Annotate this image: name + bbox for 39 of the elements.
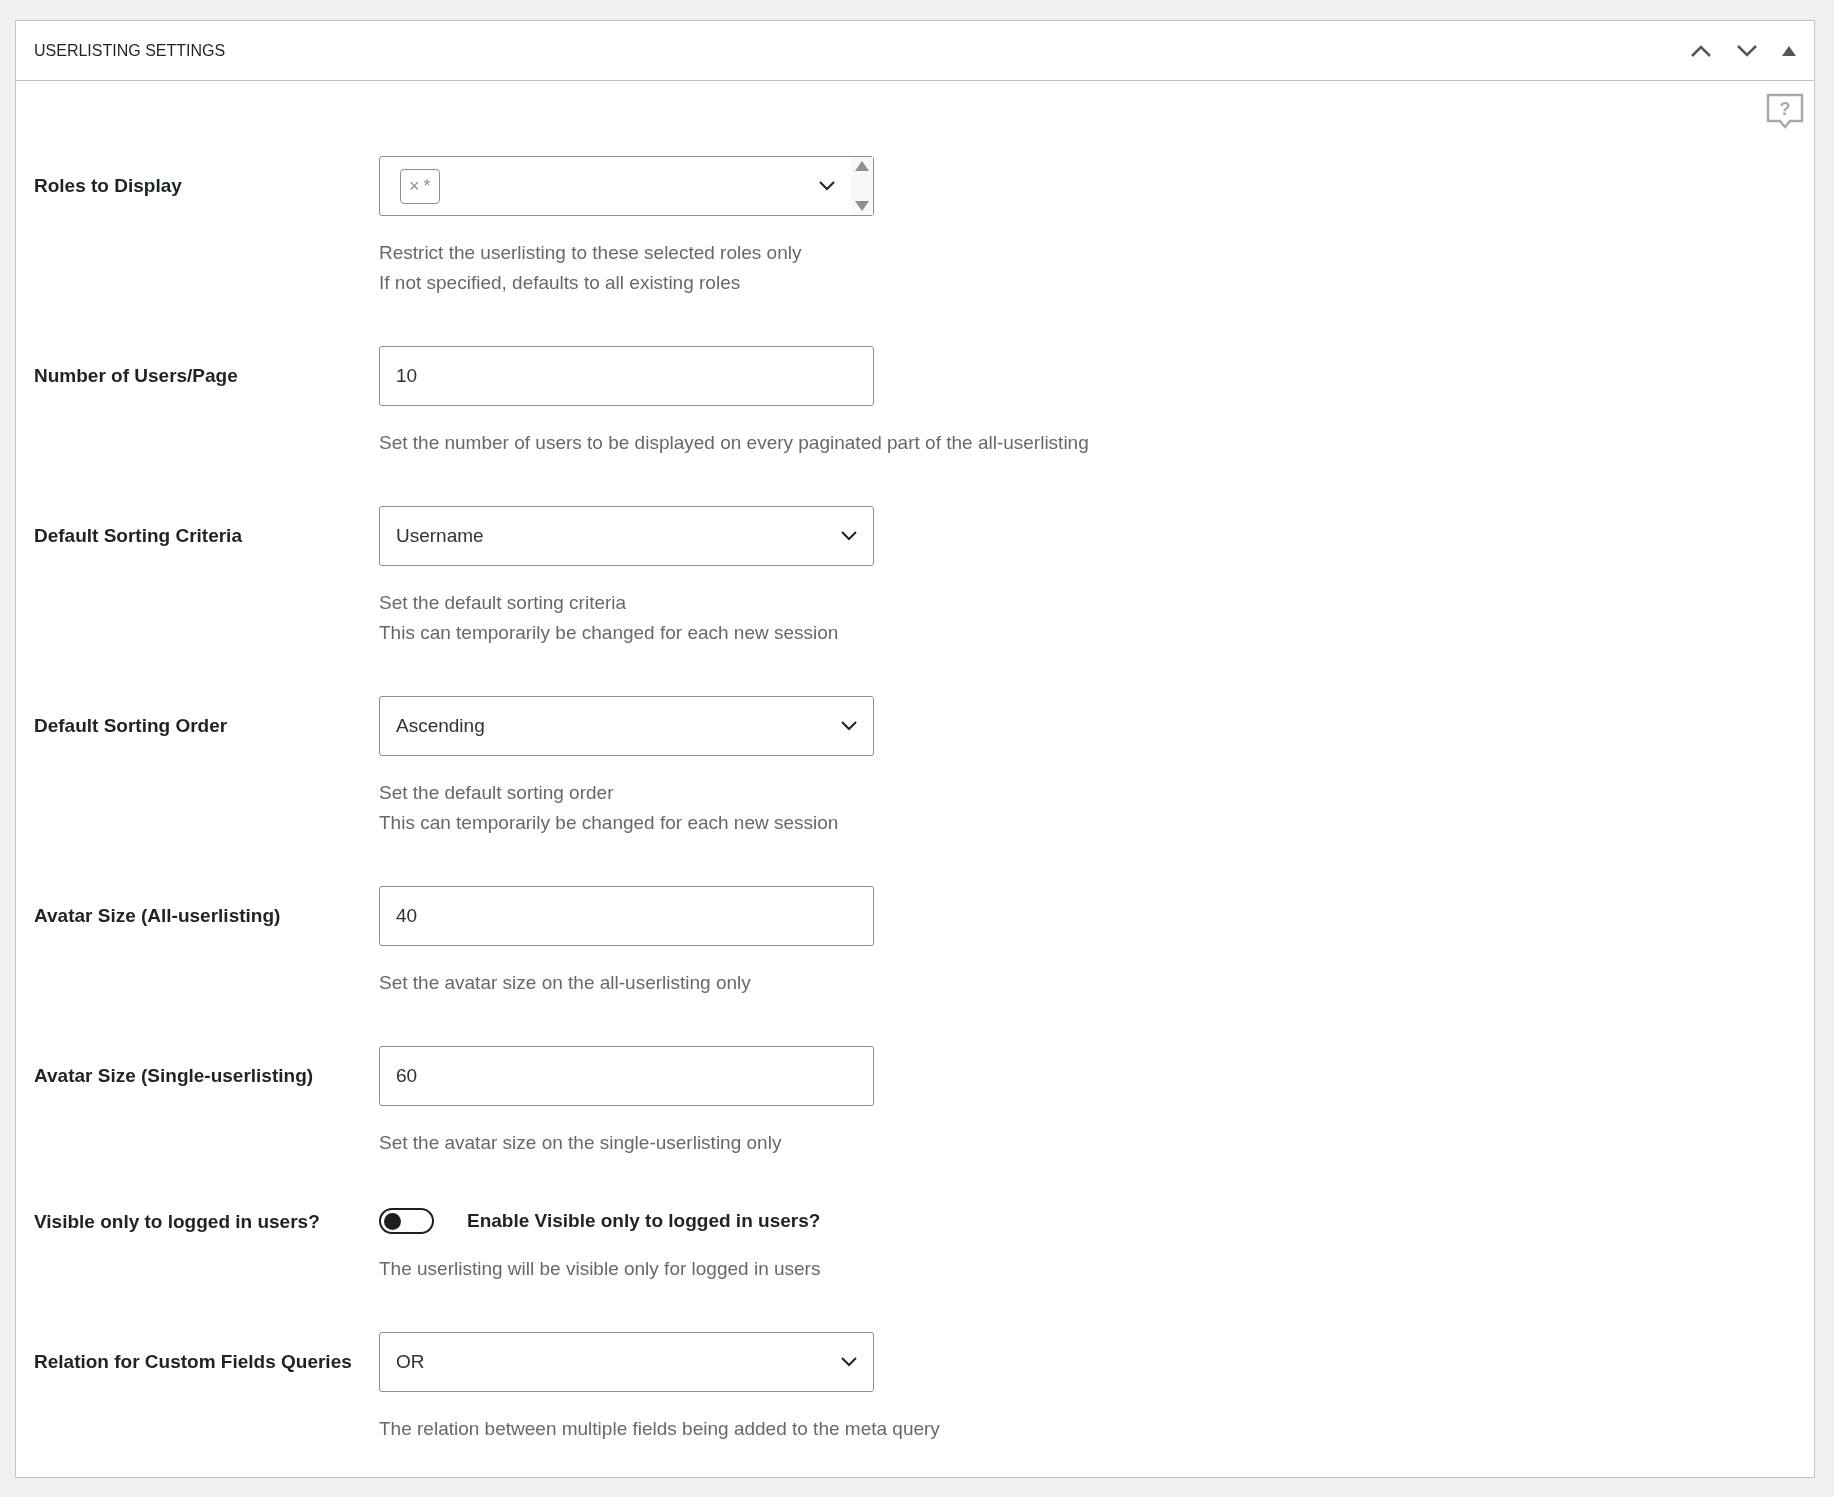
scroll-down-icon[interactable]	[855, 201, 869, 211]
help-text: If not specified, defaults to all existing roles	[379, 271, 742, 295]
field-label: Visible only to logged in users?	[34, 1210, 321, 1234]
help-text: Set the default sorting criteria	[379, 591, 628, 615]
toggle-label: Enable Visible only to logged in users?	[467, 1208, 821, 1233]
select-dropdown[interactable]: Ascending	[379, 696, 874, 756]
field-label: Default Sorting Criteria	[34, 524, 243, 548]
field-label: Relation for Custom Fields Queries	[34, 1350, 353, 1374]
chevron-down-icon	[841, 1357, 857, 1367]
help-text: This can temporarily be changed for each new session	[379, 621, 840, 645]
scroll-up-icon[interactable]	[855, 161, 869, 171]
chevron-down-icon	[819, 181, 835, 191]
field-label: Avatar Size (Single-userlisting)	[34, 1064, 315, 1088]
chevron-down-icon	[841, 531, 857, 541]
text-input[interactable]: 40	[379, 886, 874, 946]
text-input[interactable]: 60	[379, 1046, 874, 1106]
field-label: Number of Users/Page	[34, 364, 239, 388]
help-text: This can temporarily be changed for each new session	[379, 811, 840, 835]
help-text: Set the number of users to be displayed on every paginated part of the all-userlisting	[379, 431, 1089, 455]
help-text: Set the avatar size on the all-userlisting only	[379, 971, 752, 995]
help-text: The userlisting will be visible only for logged in users	[379, 1257, 821, 1281]
select-dropdown[interactable]: OR	[379, 1332, 874, 1392]
move-down-button[interactable]	[1736, 43, 1758, 58]
select-dropdown[interactable]: Username	[379, 506, 874, 566]
help-text: Restrict the userlisting to these selected roles only	[379, 241, 803, 265]
field-label: Avatar Size (All-userlisting)	[34, 904, 282, 928]
panel-title: USERLISTING SETTINGS	[34, 40, 226, 61]
text-input[interactable]: 10	[379, 346, 874, 406]
scrollbar[interactable]	[851, 157, 873, 215]
help-text: Set the default sorting order	[379, 781, 615, 805]
collapse-button[interactable]	[1782, 45, 1796, 56]
field-label: Default Sorting Order	[34, 714, 229, 738]
chevron-down-icon	[841, 721, 857, 731]
toggle-switch[interactable]	[379, 1208, 434, 1234]
field-label: Roles to Display	[34, 174, 183, 198]
help-text: The relation between multiple fields being added to the meta query	[379, 1417, 940, 1441]
move-up-button[interactable]	[1690, 43, 1712, 58]
help-text: Set the avatar size on the single-userlisting only	[379, 1131, 783, 1155]
tag-label: *	[423, 175, 431, 196]
